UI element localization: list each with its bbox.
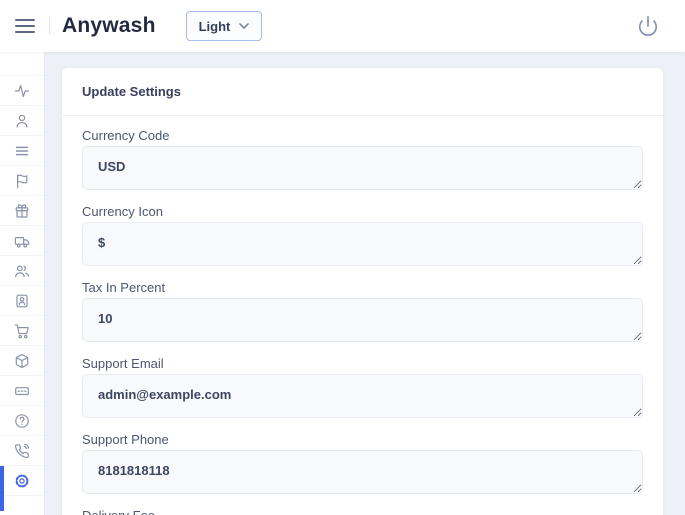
sidebar-item-id-badge[interactable] [0,286,44,316]
app-header: Anywash Light [0,0,685,52]
field-label: Currency Code [82,128,643,144]
sidebar-item-list[interactable] [0,136,44,166]
field-textarea[interactable]: admin@example.com [82,374,643,418]
activity-icon [14,83,30,99]
sidebar [0,52,45,515]
sidebar-item-activity[interactable] [0,76,44,106]
page-title: Update Settings [82,84,643,99]
update-settings-card: Update Settings Currency Code USD Curren… [62,68,663,515]
sidebar-item-package[interactable] [0,346,44,376]
sidebar-item-cart[interactable] [0,316,44,346]
brand-title[interactable]: Anywash [62,14,156,38]
chevron-down-icon [239,23,249,29]
hamburger-icon[interactable] [15,18,37,34]
field-textarea[interactable]: $ [82,222,643,266]
form-field: Support Phone 8181818118 [82,432,643,494]
payment-icon [14,383,30,399]
field-textarea[interactable]: 8181818118 [82,450,643,494]
sidebar-item-payment[interactable] [0,376,44,406]
power-icon[interactable] [635,13,661,39]
field-label: Tax In Percent [82,280,643,296]
card-body: Currency Code USD Currency Icon $ Tax In… [62,116,663,515]
cart-icon [14,323,30,339]
gift-icon [14,203,30,219]
form-field: Tax In Percent 10 [82,280,643,342]
id-badge-icon [14,293,30,309]
package-icon [14,353,30,369]
main-content: Update Settings Currency Code USD Curren… [45,52,685,515]
sidebar-item-help[interactable] [0,406,44,436]
truck-icon [14,233,30,249]
settings-icon [14,473,30,489]
header-divider [49,17,50,35]
help-icon [14,413,30,429]
sidebar-item-gift[interactable] [0,196,44,226]
theme-dropdown-value: Light [199,19,231,34]
sidebar-item-phone[interactable] [0,436,44,466]
user-icon [14,113,30,129]
field-label: Currency Icon [82,204,643,220]
form-field: Support Email admin@example.com [82,356,643,418]
list-icon [14,143,30,159]
phone-icon [14,443,30,459]
team-icon [14,263,30,279]
sidebar-item-flag[interactable] [0,166,44,196]
sidebar-item-truck[interactable] [0,226,44,256]
field-textarea[interactable]: USD [82,146,643,190]
card-header: Update Settings [62,68,663,116]
form-field: Delivery Fee [82,508,643,515]
field-label: Support Email [82,356,643,372]
field-label: Support Phone [82,432,643,448]
sidebar-item-settings[interactable] [0,466,44,496]
sidebar-item-team[interactable] [0,256,44,286]
sidebar-nav [0,75,44,496]
flag-icon [14,173,30,189]
form-field: Currency Code USD [82,128,643,190]
theme-dropdown[interactable]: Light [186,11,263,41]
field-label: Delivery Fee [82,508,643,515]
form-field: Currency Icon $ [82,204,643,266]
field-textarea[interactable]: 10 [82,298,643,342]
sidebar-item-user[interactable] [0,106,44,136]
